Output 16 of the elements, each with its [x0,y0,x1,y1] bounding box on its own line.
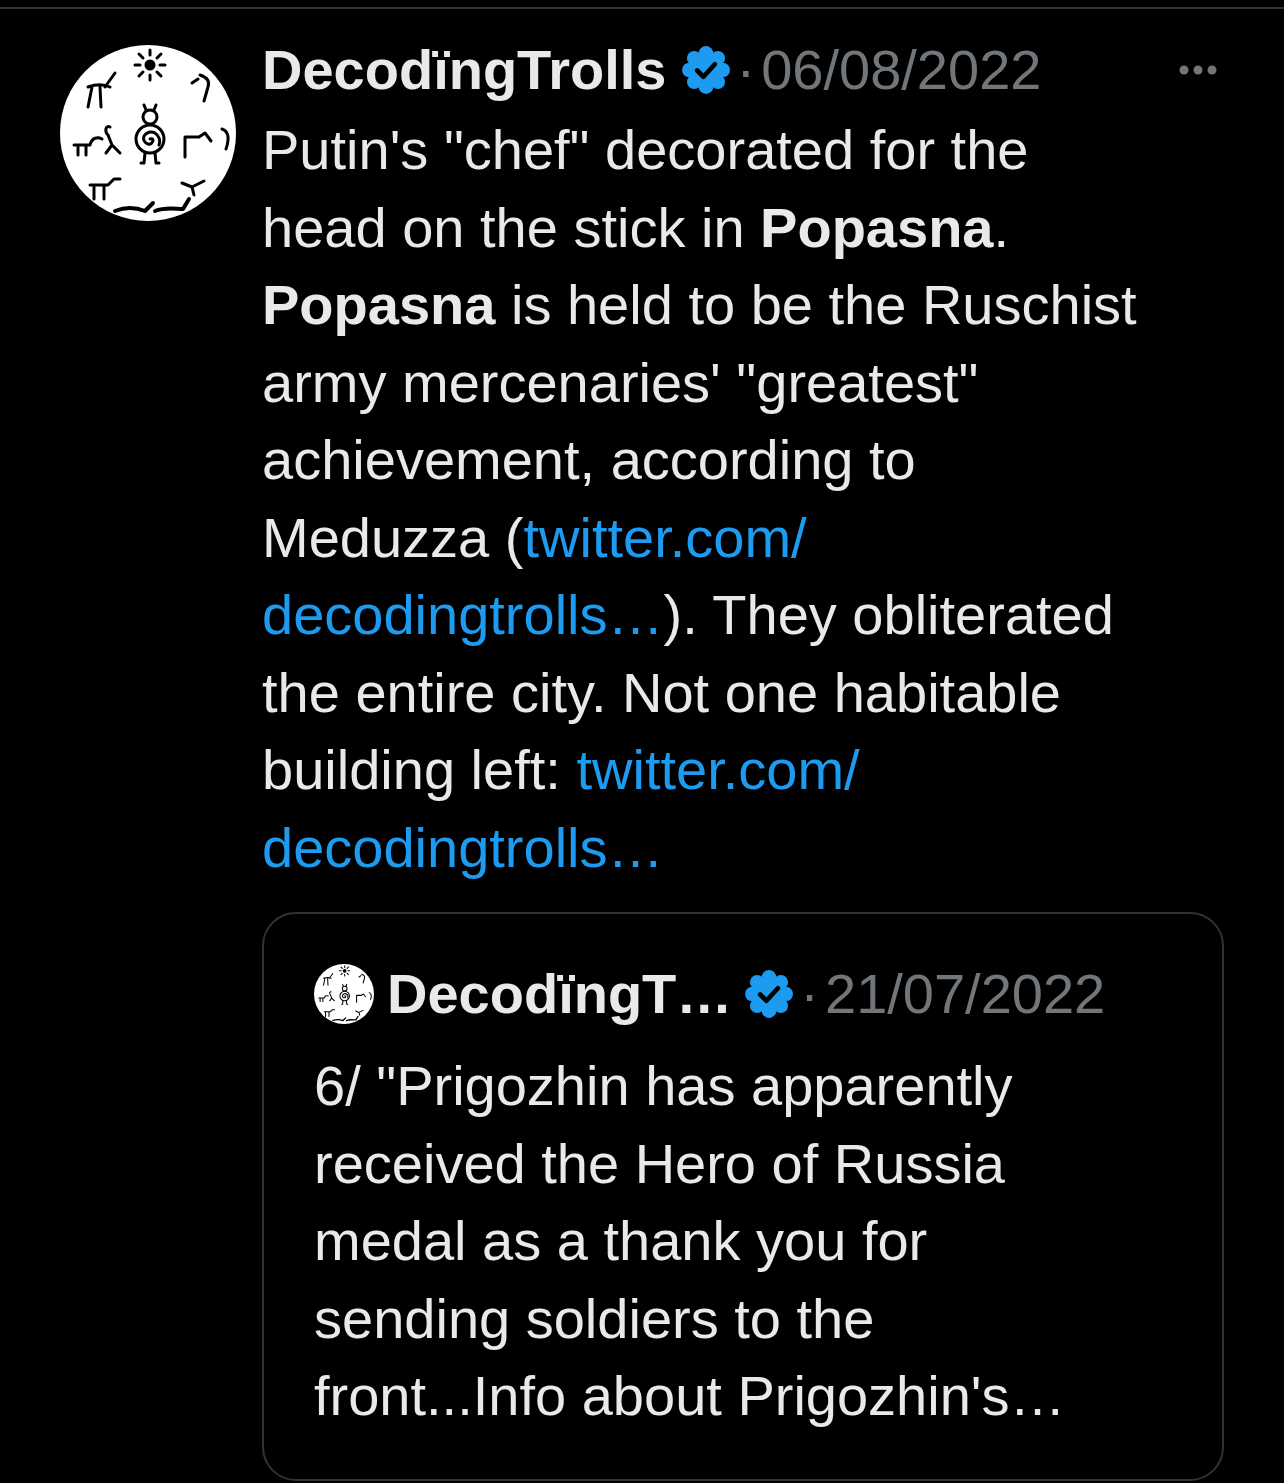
tweet-link[interactable]: twitter.com/ [576,738,860,801]
separator: · [736,40,756,100]
avatar-drawing [314,964,374,1024]
more-options-icon[interactable] [1179,65,1217,75]
tweet-date[interactable]: 06/08/2022 [761,40,1042,100]
author-name[interactable]: DecodïngTrolls [262,40,667,100]
avatar-drawing[interactable] [60,45,236,221]
quoted-tweet-text: 6/ "Prigozhin has apparently received the Hero of Russia medal as a thank you for sending soldiers to the front...Info about Prigozhin's… [314,1053,1067,1429]
quoted-tweet-card[interactable]: DecodïngT… ·21/07/2022 6/ "Prigozhin has apparently received the Hero of Russia medal as a thank you for sending soldiers to the front...Info about Prigozhin's… [262,912,1224,1481]
tweet-link[interactable]: decodingtrolls… [262,583,664,646]
tweet-link[interactable]: twitter.com/ [523,505,807,569]
tweet-text: Putin's "chef" decorated for the head on the stick in Popasna. Popasna is held to be the Ruschist army mercenaries' "greatest" achievement, according to Meduzza (twitter.com/ decodingtrolls…). They obliterated the entire city. Not one habitable building left: twitter.com/ decodingtrolls… [262,117,1138,881]
tweet-link[interactable]: decodingtrolls… [262,815,664,879]
author-name: DecodïngT… [387,964,733,1024]
tweet-date: 21/07/2022 [825,964,1106,1024]
separator: · [800,964,819,1024]
